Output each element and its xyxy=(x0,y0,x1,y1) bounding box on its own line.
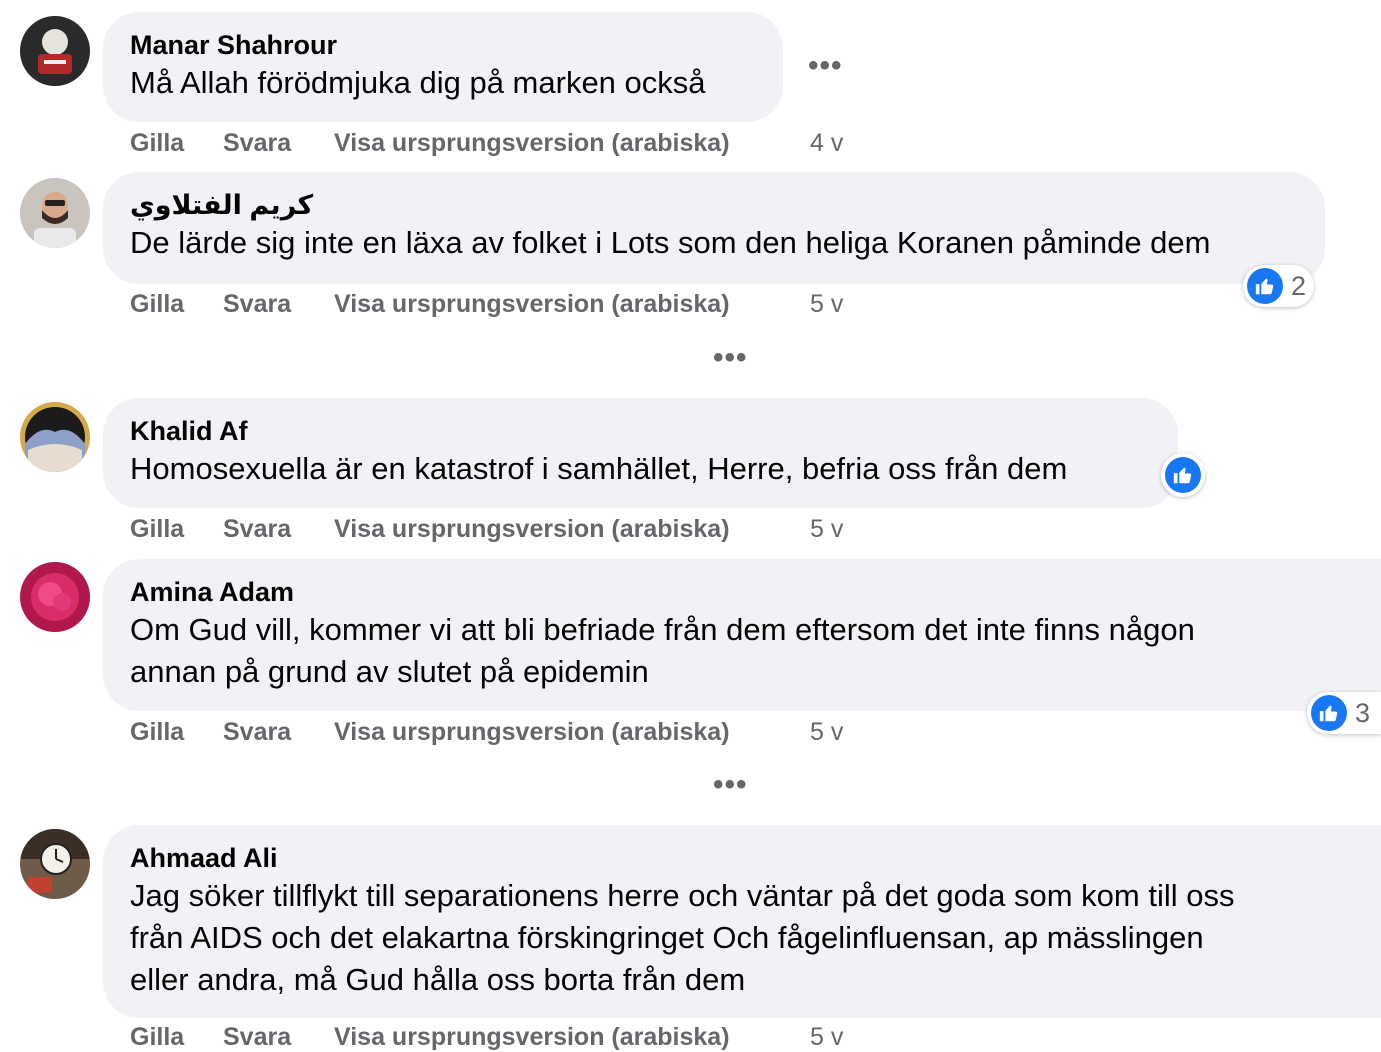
reaction-count: 2 xyxy=(1291,270,1307,301)
avatar[interactable] xyxy=(20,16,90,86)
reply-link[interactable]: Svara xyxy=(223,128,291,158)
avatar[interactable] xyxy=(20,562,90,632)
more-replies-icon[interactable]: ••• xyxy=(713,770,748,800)
more-options-icon[interactable]: ••• xyxy=(808,51,843,81)
reply-link[interactable]: Svara xyxy=(223,1022,291,1052)
comment-timestamp[interactable]: 5 v xyxy=(810,717,843,747)
comment-author[interactable]: Manar Shahrour xyxy=(130,28,757,62)
show-original-link[interactable]: Visa ursprungsversion (arabiska) xyxy=(334,717,730,747)
more-replies-icon[interactable]: ••• xyxy=(713,343,748,373)
comment-bubble: كريم الفتلاوي De lärde sig inte en läxa … xyxy=(103,172,1325,284)
like-link[interactable]: Gilla xyxy=(130,128,184,158)
reply-link[interactable]: Svara xyxy=(223,289,291,319)
reaction-summary[interactable] xyxy=(1161,453,1205,497)
comment-text-line: Om Gud vill, kommer vi att bli befriade … xyxy=(130,612,1195,647)
comment-author[interactable]: Khalid Af xyxy=(130,414,1152,448)
show-original-link[interactable]: Visa ursprungsversion (arabiska) xyxy=(334,128,730,158)
avatar[interactable] xyxy=(20,178,90,248)
comment-author[interactable]: Amina Adam xyxy=(130,575,1355,609)
comment-text: Må Allah förödmjuka dig på marken också xyxy=(130,65,706,100)
like-link[interactable]: Gilla xyxy=(130,514,184,544)
reply-link[interactable]: Svara xyxy=(223,514,291,544)
comment-bubble: Ahmaad Ali Jag söker tillflykt till sepa… xyxy=(103,825,1381,1018)
comment-author[interactable]: كريم الفتلاوي xyxy=(130,188,1299,222)
comment-timestamp[interactable]: 5 v xyxy=(810,1022,843,1052)
like-thumbs-up-icon xyxy=(1247,268,1283,304)
like-link[interactable]: Gilla xyxy=(130,289,184,319)
comment-timestamp[interactable]: 5 v xyxy=(810,514,843,544)
comment-author[interactable]: Ahmaad Ali xyxy=(130,841,1355,875)
show-original-link[interactable]: Visa ursprungsversion (arabiska) xyxy=(334,1022,730,1052)
like-link[interactable]: Gilla xyxy=(130,1022,184,1052)
avatar[interactable] xyxy=(20,402,90,472)
comment-text: De lärde sig inte en läxa av folket i Lo… xyxy=(130,225,1211,260)
comment-text-line: eller andra, må Gud hålla oss borta från… xyxy=(130,962,746,997)
avatar[interactable] xyxy=(20,829,90,899)
like-link[interactable]: Gilla xyxy=(130,717,184,747)
reaction-summary[interactable]: 3 xyxy=(1307,692,1381,734)
comment-text-line: Jag söker tillflykt till separationens h… xyxy=(130,878,1235,913)
like-thumbs-up-icon xyxy=(1165,457,1201,493)
reply-link[interactable]: Svara xyxy=(223,717,291,747)
comment-text-line: annan på grund av slutet på epidemin xyxy=(130,654,649,689)
show-original-link[interactable]: Visa ursprungsversion (arabiska) xyxy=(334,289,730,319)
comment-text: Homosexuella är en katastrof i samhället… xyxy=(130,451,1068,486)
comment-bubble: Khalid Af Homosexuella är en katastrof i… xyxy=(103,398,1178,508)
comment-timestamp[interactable]: 4 v xyxy=(810,128,843,158)
reaction-count: 3 xyxy=(1355,697,1371,728)
comment-text-line: från AIDS och det elakartna förskingring… xyxy=(130,920,1204,955)
like-thumbs-up-icon xyxy=(1311,695,1347,731)
show-original-link[interactable]: Visa ursprungsversion (arabiska) xyxy=(334,514,730,544)
reaction-summary[interactable]: 2 xyxy=(1243,265,1315,307)
comment-bubble: Manar Shahrour Må Allah förödmjuka dig p… xyxy=(103,12,783,122)
comment-bubble: Amina Adam Om Gud vill, kommer vi att bl… xyxy=(103,559,1381,711)
comment-timestamp[interactable]: 5 v xyxy=(810,289,843,319)
